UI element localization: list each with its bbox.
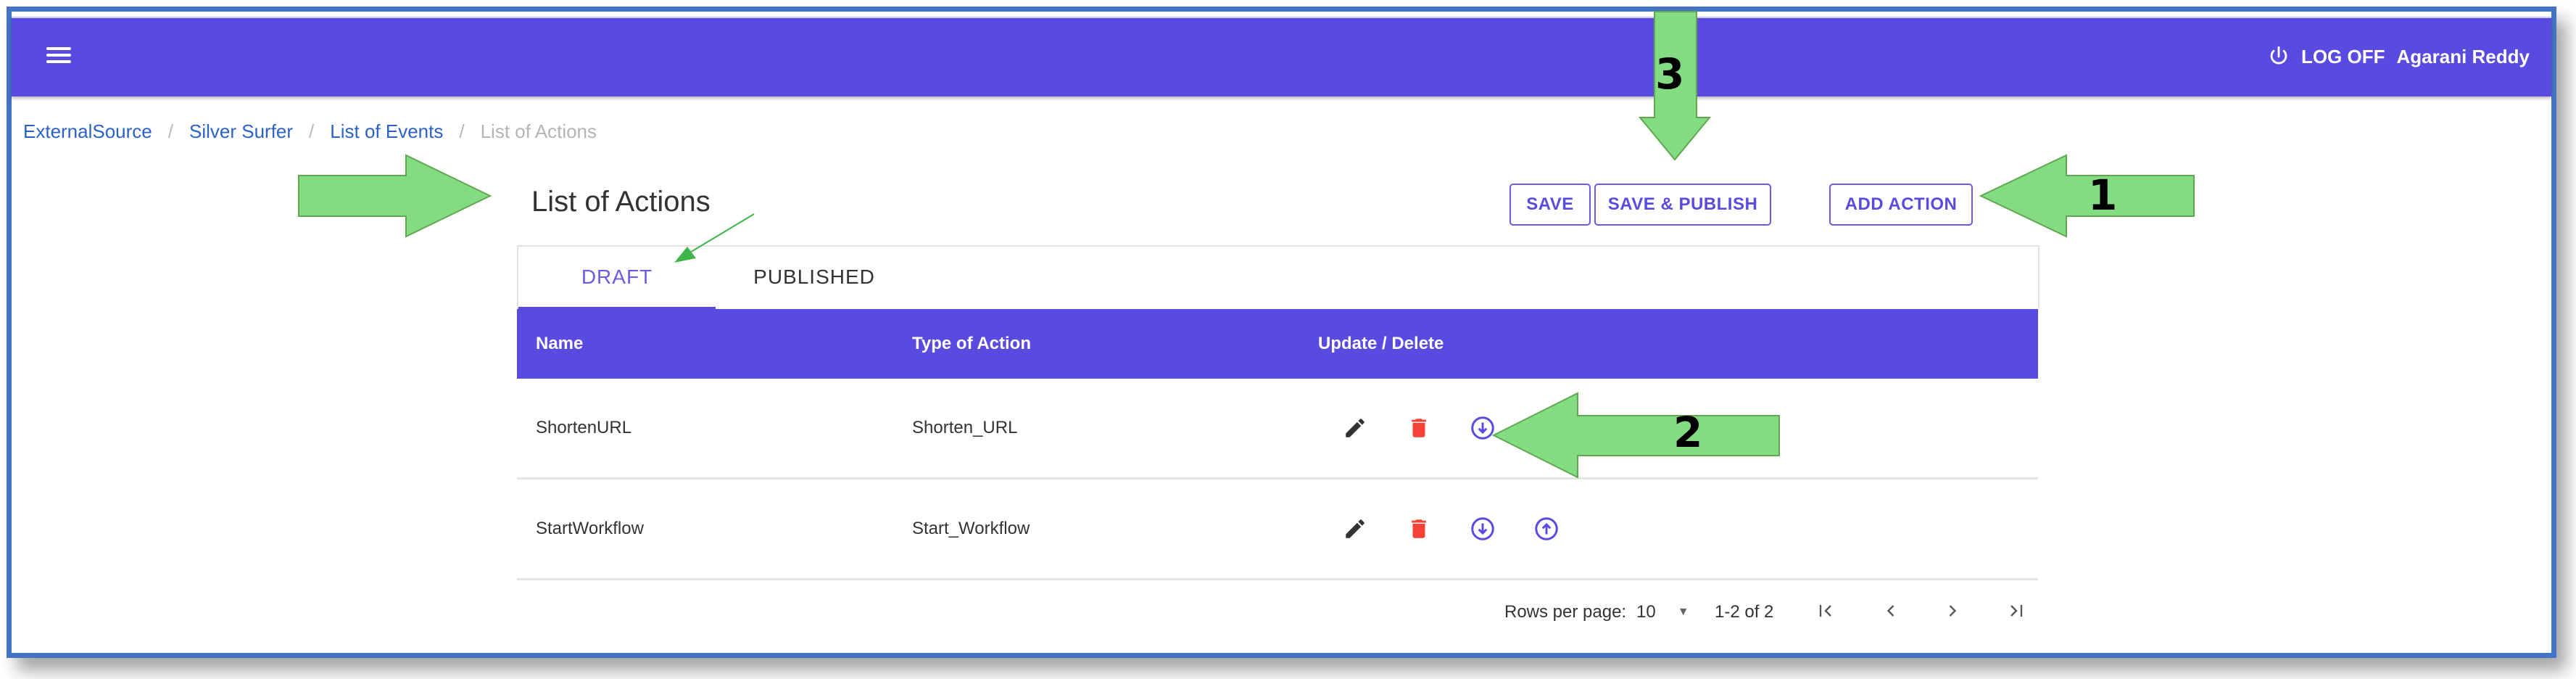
column-header-type: Type of Action [912, 334, 1031, 353]
breadcrumb-separator: / [309, 120, 315, 142]
move-up-icon[interactable] [1533, 515, 1560, 543]
edit-icon[interactable] [1341, 414, 1369, 442]
breadcrumb-externalsource[interactable]: ExternalSource [23, 120, 152, 143]
rows-per-page-value: 10 [1636, 602, 1656, 622]
table-header: Name Type of Action Update / Delete [517, 309, 2038, 379]
save-and-publish-button[interactable]: SAVE & PUBLISH [1594, 184, 1771, 226]
hamburger-menu-icon[interactable] [46, 47, 71, 66]
annotation-arrow-title [298, 154, 492, 238]
cell-type: Shorten_URL [912, 418, 1018, 437]
rows-per-page-label: Rows per page: [1504, 602, 1627, 622]
callout-number-1: 1 [2088, 170, 2118, 220]
add-action-button[interactable]: ADD ACTION [1829, 184, 1973, 226]
row-actions [1341, 480, 1596, 578]
move-down-icon[interactable] [1469, 515, 1496, 543]
table-row: StartWorkflow Start_Workflow [517, 480, 2038, 580]
breadcrumb-separator: / [167, 120, 173, 142]
breadcrumb-current: List of Actions [480, 120, 597, 142]
column-header-update-delete: Update / Delete [1318, 334, 1444, 353]
delete-icon[interactable] [1405, 414, 1433, 442]
callout-number-3: 3 [1655, 49, 1685, 99]
edit-icon[interactable] [1341, 515, 1369, 543]
last-page-icon[interactable] [2002, 596, 2031, 625]
previous-page-icon[interactable] [1876, 596, 1905, 625]
app-bar: LOG OFF Agarani Reddy [12, 17, 2551, 96]
table-row: ShortenURL Shorten_URL [517, 379, 2038, 480]
annotation-arrow-2 [1492, 392, 1780, 479]
breadcrumb: ExternalSource / Silver Surfer / List of… [23, 120, 597, 143]
caret-down-icon: ▼ [1677, 606, 1689, 618]
screenshot-frame: LOG OFF Agarani Reddy ExternalSource / S… [7, 7, 2556, 658]
column-header-name: Name [536, 334, 584, 353]
annotation-arrow-draft-tab [674, 213, 755, 263]
actions-card: DRAFT PUBLISHED Name Type of Action Upda… [517, 245, 2039, 651]
power-icon[interactable] [2266, 44, 2291, 69]
logoff-button[interactable]: LOG OFF [2301, 46, 2385, 68]
breadcrumb-list-of-events[interactable]: List of Events [330, 120, 443, 143]
rows-per-page-select[interactable]: 10 ▼ [1636, 602, 1689, 622]
save-button[interactable]: SAVE [1509, 184, 1591, 226]
delete-icon[interactable] [1405, 515, 1433, 543]
user-area: LOG OFF Agarani Reddy [2266, 44, 2530, 69]
breadcrumb-separator: / [459, 120, 465, 142]
cell-type: Start_Workflow [912, 519, 1030, 538]
breadcrumb-silver-surfer[interactable]: Silver Surfer [189, 120, 293, 143]
user-name: Agarani Reddy [2396, 45, 2530, 67]
cell-name: ShortenURL [536, 418, 632, 437]
callout-number-2: 2 [1673, 408, 1703, 457]
first-page-icon[interactable] [1811, 596, 1840, 625]
pagination: Rows per page: 10 ▼ 1-2 of 2 [517, 580, 2038, 646]
page-range: 1-2 of 2 [1715, 602, 1774, 622]
cell-name: StartWorkflow [536, 519, 644, 538]
next-page-icon[interactable] [1938, 596, 1967, 625]
